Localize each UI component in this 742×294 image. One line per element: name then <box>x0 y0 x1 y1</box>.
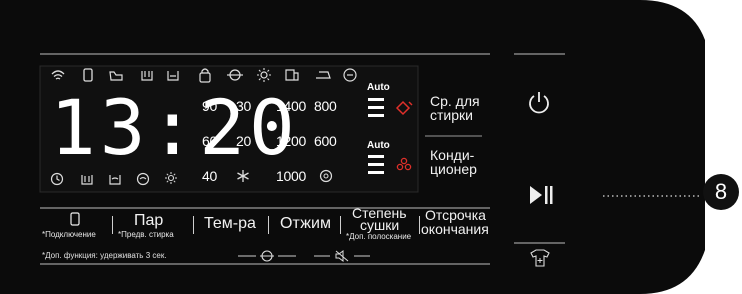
sun-small-icon <box>165 172 177 184</box>
spin-icon <box>136 172 150 186</box>
basin-icon <box>141 71 153 81</box>
detergent-label-1: Ср. для <box>430 93 480 109</box>
bucket-icon <box>167 71 179 81</box>
conditioner-auto-label: Auto <box>367 140 390 151</box>
delay-end-button[interactable]: Отсрочка окончания <box>421 208 493 242</box>
snowflake-icon <box>237 170 249 182</box>
callout-badge: 8 <box>703 174 739 210</box>
no-spin-icon <box>319 169 333 183</box>
temp-40: 40 <box>202 168 217 184</box>
pressure-icon <box>285 69 299 81</box>
dry-sublabel: *Доп. полоскание <box>346 232 412 241</box>
steam-label: Пар <box>134 212 164 229</box>
start-pause-button[interactable] <box>526 180 556 210</box>
flower-icon <box>396 157 412 171</box>
spin-1400: 1400 <box>276 98 306 114</box>
steam-button[interactable]: Пар *Предв. стирка <box>116 210 190 242</box>
phone-icon <box>70 212 80 226</box>
spin-1000: 1000 <box>276 168 306 184</box>
time-display: 13:20 <box>50 83 299 172</box>
spin-1200: 1200 <box>276 133 306 149</box>
power-button[interactable] <box>524 88 554 118</box>
drum-icon <box>227 69 243 81</box>
footer-note: *Доп. функция: удерживать 3 сек. <box>42 251 167 260</box>
drum-link-icon <box>238 250 296 262</box>
lock-sublabel: *Подключение <box>42 230 96 239</box>
shirt-button[interactable] <box>528 248 552 268</box>
tap-icon <box>395 100 413 116</box>
steam-sublabel: *Предв. стирка <box>118 230 174 239</box>
delay-label-1: Отсрочка <box>425 207 486 223</box>
spin-button[interactable]: Отжим <box>272 210 336 242</box>
wifi-icon <box>51 70 65 80</box>
dryer-auto-label: Auto <box>367 82 390 93</box>
eco-icon <box>343 68 357 82</box>
temperature-label: Тем-ра <box>204 215 256 232</box>
dry-label-2: сушки <box>360 217 400 233</box>
clock-icon <box>50 172 64 186</box>
soak-icon <box>109 175 121 185</box>
power-icon <box>529 92 549 114</box>
temperature-button[interactable]: Тем-ра <box>198 210 264 242</box>
spin-600: 600 <box>314 133 337 149</box>
iron-icon <box>316 71 331 79</box>
dry-level-button[interactable]: Степень сушки *Доп. полоскание <box>344 206 418 242</box>
conditioner-label-1: Конди- <box>430 147 475 163</box>
hand-wash-icon <box>109 71 123 81</box>
control-panel: 13:20 90 30 60 20 40 1400 800 1200 600 1… <box>0 0 742 294</box>
mute-icon <box>314 250 370 262</box>
temp-60: 60 <box>202 133 217 149</box>
shirt-icon <box>530 249 550 267</box>
temp-30: 30 <box>236 98 251 114</box>
detergent-label-2: стирки <box>430 107 473 123</box>
play-pause-icon <box>530 186 553 204</box>
temp-90: 90 <box>202 98 217 114</box>
spin-800: 800 <box>314 98 337 114</box>
sun-icon <box>257 68 271 82</box>
phone-icon <box>83 68 93 82</box>
lock-icon <box>199 68 211 83</box>
delay-label-2: окончания <box>421 221 489 237</box>
spin-label: Отжим <box>280 215 331 232</box>
temp-20: 20 <box>236 133 251 149</box>
lock-button[interactable]: *Подключение <box>40 210 110 242</box>
conditioner-label-2: ционер <box>430 161 477 177</box>
tub-icon <box>81 175 93 185</box>
